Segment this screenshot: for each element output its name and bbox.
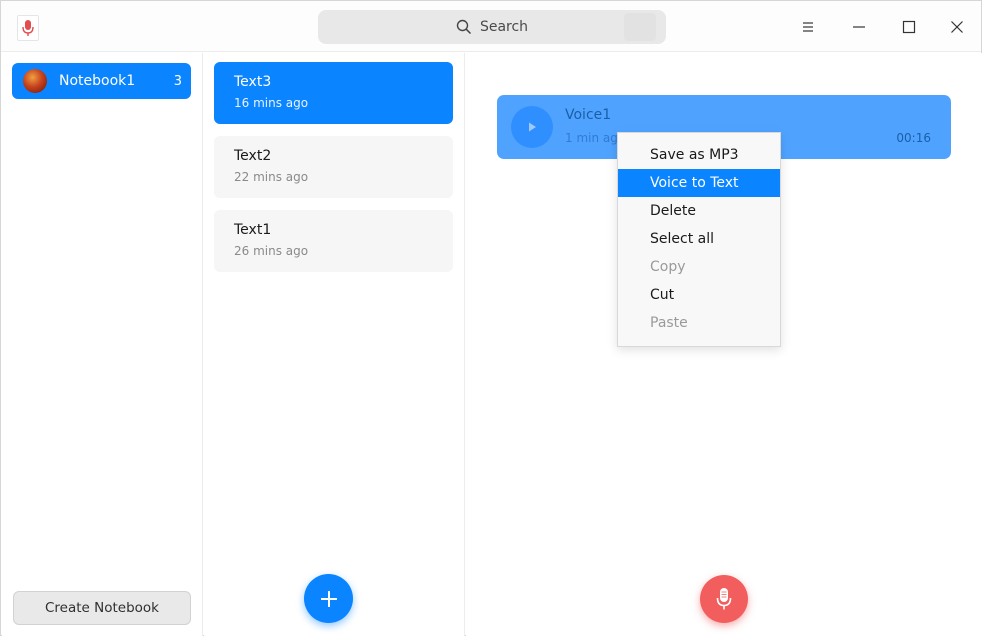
note-title: Text3 [234, 74, 272, 90]
context-menu: Save as MP3 Voice to Text Delete Select … [617, 132, 781, 347]
microphone-icon [716, 588, 732, 610]
voice-title: Voice1 [565, 107, 612, 123]
note-time: 16 mins ago [234, 96, 309, 110]
note-title: Text2 [234, 148, 272, 164]
play-button[interactable] [511, 106, 553, 148]
search-input[interactable]: Search [318, 10, 666, 44]
app-window: Search Notebook1 3 Create Notebook Text3… [0, 0, 982, 636]
notebook-item[interactable]: Notebook1 3 [12, 63, 191, 99]
note-title: Text1 [234, 222, 272, 238]
notebook-avatar [23, 69, 47, 93]
microphone-app-icon [17, 15, 39, 41]
notes-list: Text3 16 mins ago Text2 22 mins ago Text… [204, 53, 465, 636]
close-icon[interactable] [945, 15, 969, 39]
notebook-label: Notebook1 [59, 73, 136, 89]
play-icon [529, 122, 536, 132]
notebook-sidebar: Notebook1 3 Create Notebook [2, 53, 203, 636]
plus-icon [320, 590, 337, 607]
search-placeholder: Search [479, 19, 529, 35]
title-bar: Search [1, 1, 981, 52]
menu-item-select-all[interactable]: Select all [618, 225, 780, 253]
menu-item-save-as-mp3[interactable]: Save as MP3 [618, 141, 780, 169]
search-clear-area [624, 13, 656, 41]
record-button[interactable] [700, 575, 748, 623]
menu-item-cut[interactable]: Cut [618, 281, 780, 309]
note-item[interactable]: Text1 26 mins ago [214, 210, 453, 272]
voice-duration: 00:16 [896, 131, 931, 145]
notebook-count: 3 [173, 73, 182, 89]
hamburger-icon[interactable] [796, 15, 820, 39]
note-item[interactable]: Text3 16 mins ago [214, 62, 453, 124]
menu-item-paste: Paste [650, 315, 688, 331]
note-item[interactable]: Text2 22 mins ago [214, 136, 453, 198]
menu-item-voice-to-text[interactable]: Voice to Text [618, 169, 780, 197]
create-notebook-button[interactable]: Create Notebook [13, 591, 191, 625]
note-time: 26 mins ago [234, 244, 309, 258]
search-icon [456, 19, 471, 35]
menu-item-copy: Copy [650, 259, 686, 275]
note-time: 22 mins ago [234, 170, 309, 184]
maximize-icon[interactable] [897, 15, 921, 39]
menu-item-delete[interactable]: Delete [618, 197, 780, 225]
add-note-button[interactable] [304, 574, 353, 623]
minimize-icon[interactable] [847, 15, 871, 39]
